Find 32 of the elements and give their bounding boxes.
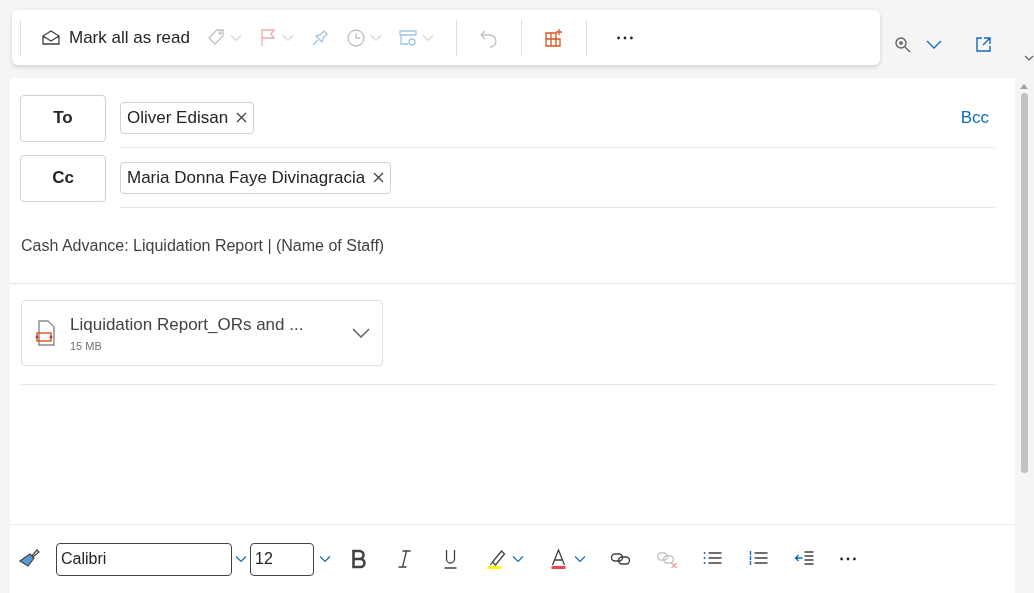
chevron-down-icon[interactable] (352, 328, 370, 338)
attachment-card[interactable]: Liquidation Report_ORs and ... 15 MB (21, 300, 383, 366)
bcc-link[interactable]: Bcc (960, 104, 989, 131)
clock-icon (345, 27, 366, 48)
more-icon (616, 35, 633, 40)
subject-field[interactable]: Cash Advance: Liquidation Report | (Name of Staff) (21, 233, 385, 258)
cc-button[interactable]: Cc (20, 154, 106, 202)
attachment-size: 15 MB (70, 338, 103, 354)
calendar-gear-icon (397, 27, 418, 48)
pop-out-icon[interactable] (974, 35, 992, 54)
caret-icon[interactable] (512, 555, 524, 563)
attachment-name: Liquidation Report_ORs and ... (70, 314, 305, 336)
remove-icon[interactable] (373, 172, 385, 183)
recipient-name: Maria Donna Faye Divinagracia (127, 166, 366, 189)
font-name-field[interactable]: Calibri (56, 542, 232, 576)
file-icon (34, 320, 58, 346)
table-add-icon (543, 27, 564, 48)
scrollbar-thumb[interactable] (1021, 93, 1028, 473)
recipient-chip[interactable]: Maria Donna Faye Divinagracia (120, 161, 392, 194)
recipient-name: Oliver Edisan (127, 106, 229, 129)
caret-icon[interactable] (235, 555, 247, 563)
caret-icon[interactable] (574, 555, 586, 563)
to-button[interactable]: To (20, 94, 106, 142)
zoom-icon[interactable] (894, 35, 912, 54)
recipient-chip[interactable]: Oliver Edisan (120, 101, 255, 134)
scroll-up-icon[interactable] (1019, 84, 1028, 89)
mark-all-read-button[interactable]: Mark all as read (33, 19, 198, 56)
font-size-field[interactable]: 12 (250, 542, 314, 576)
remove-icon[interactable] (236, 112, 248, 123)
caret-icon[interactable] (319, 555, 331, 563)
chevron-down-icon[interactable] (1024, 55, 1034, 62)
chevron-down-icon[interactable] (926, 39, 942, 50)
